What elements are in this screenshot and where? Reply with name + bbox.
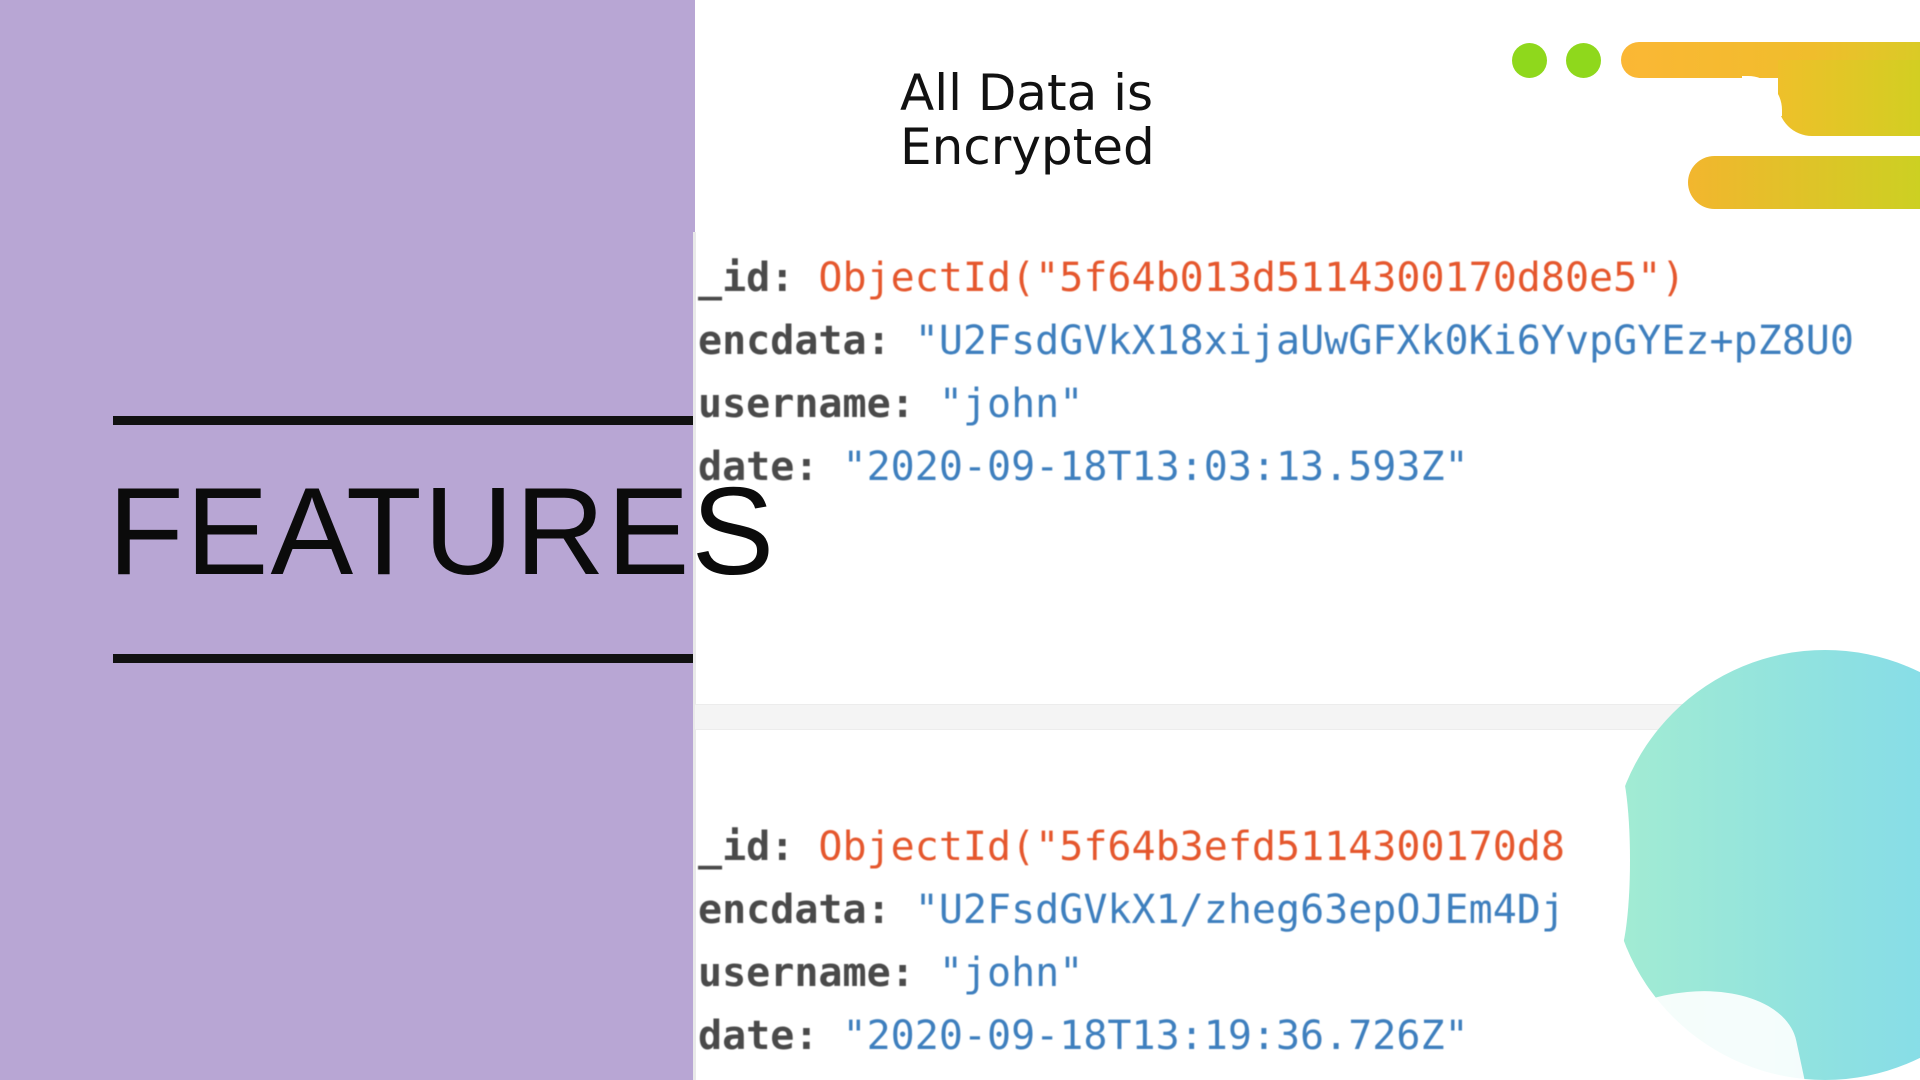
field-key: _id — [698, 255, 771, 301]
field-key: username — [698, 381, 891, 427]
field-username: username: "john" — [698, 381, 1084, 427]
slide-title: FEATURES — [108, 463, 777, 601]
decorative-bar-bend — [1778, 60, 1920, 136]
field-value: "2020-09-18T13:03:13.593Z" — [842, 444, 1469, 490]
decorative-dot — [1512, 43, 1547, 78]
headline-line-2: Encrypted — [900, 118, 1155, 176]
field-value: "2020-09-18T13:19:36.726Z" — [842, 1013, 1469, 1059]
field-value: "U2FsdGVkX18xijaUwGFXk0Ki6YvpGYEz+pZ8U0 — [914, 318, 1854, 364]
field-key: encdata — [698, 887, 867, 933]
field-value: ObjectId("5f64b013d5114300170d80e5") — [818, 255, 1686, 301]
field-value: "john" — [938, 950, 1084, 996]
field-value: ObjectId("5f64b3efd5114300170d8 — [818, 824, 1565, 870]
title-rule-bottom — [113, 654, 695, 663]
decorative-dot — [1566, 43, 1601, 78]
title-rule-top — [113, 416, 695, 425]
slide-canvas: FEATURES All Data is Encrypted _id: Obje… — [0, 0, 1920, 1080]
field-value: "john" — [938, 381, 1084, 427]
field-id: _id: ObjectId("5f64b013d5114300170d80e5"… — [698, 255, 1686, 301]
brush-stroke-gap — [1600, 760, 1630, 960]
field-key: username — [698, 950, 891, 996]
headline: All Data is Encrypted — [900, 66, 1155, 174]
field-key: date — [698, 444, 795, 490]
field-encdata: encdata: "U2FsdGVkX18xijaUwGFXk0Ki6YvpGY… — [698, 318, 1854, 364]
field-key: _id — [698, 824, 771, 870]
field-value: "U2FsdGVkX1/zheg63epOJEm4Dj — [914, 887, 1565, 933]
field-date: date: "2020-09-18T13:03:13.593Z" — [698, 444, 1469, 490]
screenshot-edge — [693, 232, 696, 1080]
db-record-1: _id: ObjectId("5f64b013d5114300170d80e5"… — [698, 247, 1920, 499]
decorative-bar — [1688, 156, 1920, 209]
headline-line-1: All Data is — [900, 64, 1154, 122]
decorative-bar-notch — [1742, 76, 1782, 116]
field-key: encdata — [698, 318, 867, 364]
field-key: date — [698, 1013, 795, 1059]
